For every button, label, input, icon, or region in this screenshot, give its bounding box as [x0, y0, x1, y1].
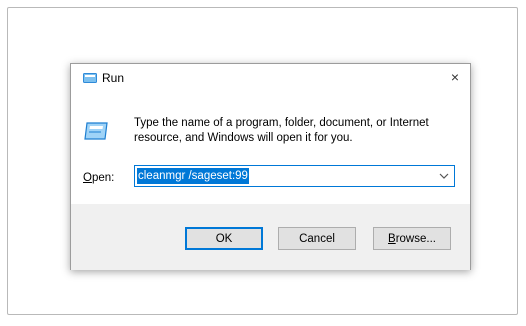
dialog-title: Run [102, 71, 125, 85]
button-area: OK Cancel Browse... [71, 204, 470, 270]
run-icon [83, 73, 97, 83]
open-input-value[interactable]: cleanmgr /sageset:99 [137, 168, 249, 184]
instruction-text: Type the name of a program, folder, docu… [134, 117, 429, 144]
close-icon: × [450, 69, 460, 85]
open-combobox[interactable]: cleanmgr /sageset:99 [134, 165, 455, 187]
run-dialog: Run × Type the name of a program, folder… [70, 63, 471, 270]
cancel-button[interactable]: Cancel [278, 227, 356, 250]
open-label: Open: [83, 172, 115, 184]
browse-button[interactable]: Browse... [373, 227, 451, 250]
ok-button[interactable]: OK [185, 227, 263, 250]
title-bar: Run × [71, 64, 470, 92]
run-icon [84, 122, 108, 140]
close-button[interactable]: × [442, 65, 468, 89]
screenshot-frame: Run × Type the name of a program, folder… [7, 7, 518, 315]
chevron-down-icon[interactable] [437, 169, 451, 183]
open-label-rest: pen: [91, 172, 115, 184]
